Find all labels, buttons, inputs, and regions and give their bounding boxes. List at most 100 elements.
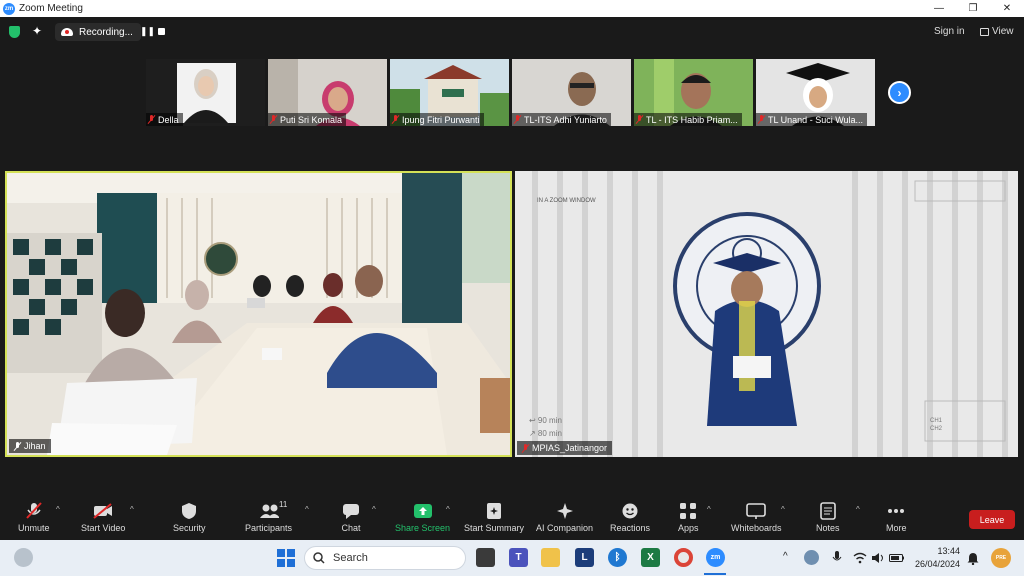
mic-muted-icon <box>758 115 765 124</box>
reactions-icon <box>620 501 640 521</box>
speaker-name-label: MPIAS_Jatinangor <box>517 441 613 455</box>
start-summary-button[interactable]: Start Summary <box>464 501 524 533</box>
encryption-shield-icon[interactable] <box>9 26 20 38</box>
taskbar-search-box[interactable]: Search <box>304 546 466 570</box>
notes-options-caret[interactable]: ^ <box>856 505 860 514</box>
leave-button[interactable]: Leave <box>969 510 1015 529</box>
apps-options-caret[interactable]: ^ <box>707 505 711 514</box>
clock-date: 26/04/2024 <box>914 559 960 569</box>
apps-button[interactable]: Apps <box>678 501 699 533</box>
stop-recording-button[interactable] <box>158 28 165 35</box>
apps-icon <box>678 501 698 521</box>
participant-name-label: TL Unand - Suci Wula... <box>756 113 868 126</box>
channel-label: CH2 <box>930 426 943 432</box>
widgets-icon[interactable] <box>14 548 33 567</box>
speaker-name-label: Jihan <box>9 439 51 453</box>
mic-muted-icon <box>522 443 529 453</box>
channel-label: CH1 <box>930 418 943 424</box>
zoom-logo-icon: zm <box>3 2 15 15</box>
pause-recording-button[interactable]: ❚❚ <box>140 26 155 37</box>
notification-bell-icon[interactable] <box>966 551 980 565</box>
sign-in-link[interactable]: Sign in <box>934 26 965 37</box>
mic-muted-icon <box>270 115 277 124</box>
participant-tile[interactable]: TL - ITS Habib Priam... <box>634 59 753 126</box>
participant-name-label: Della <box>146 113 183 126</box>
bluetooth-icon[interactable]: ᛒ <box>608 548 627 567</box>
start-video-button[interactable]: Start Video <box>81 501 125 533</box>
maximize-button[interactable]: ❐ <box>956 0 990 17</box>
participant-count-badge: 11 <box>279 500 288 509</box>
meeting-topbar: ✦ Recording... ❚❚ Sign in View <box>0 17 1024 47</box>
cloud-record-icon <box>61 28 73 36</box>
video-feed-meeting-room <box>7 173 510 455</box>
onedrive-icon[interactable] <box>804 550 819 565</box>
view-label: View <box>992 26 1014 37</box>
participant-tile[interactable]: TL-ITS Adhi Yuniarto <box>512 59 631 126</box>
participant-tile[interactable]: TL Unand - Suci Wula... <box>756 59 875 126</box>
ai-companion-button[interactable]: AI Companion <box>536 501 593 533</box>
battery-icon[interactable] <box>889 550 904 565</box>
excel-icon[interactable]: X <box>641 548 660 567</box>
participant-tile[interactable]: Della <box>146 59 265 126</box>
video-off-icon <box>93 501 113 521</box>
participants-icon <box>259 501 279 521</box>
chrome-icon[interactable] <box>674 548 693 567</box>
mic-muted-icon <box>148 115 155 124</box>
participant-name-label: TL-ITS Adhi Yuniarto <box>512 113 611 126</box>
volume-icon[interactable] <box>870 550 885 565</box>
mic-muted-icon <box>514 115 521 124</box>
whiteboards-button[interactable]: Whiteboards <box>731 501 782 533</box>
view-button[interactable]: View <box>980 26 1014 37</box>
copilot-icon[interactable]: PRE <box>991 548 1011 568</box>
zoom-taskbar-icon[interactable]: zm <box>706 548 725 567</box>
tray-overflow-chevron-icon[interactable]: ^ <box>783 551 788 562</box>
window-titlebar: zm Zoom Meeting — ❐ ✕ <box>0 0 1024 17</box>
whiteboard-icon <box>746 501 767 521</box>
recording-indicator[interactable]: Recording... <box>55 23 141 41</box>
participant-tile[interactable]: Puti Sri Komala <box>268 59 387 126</box>
participant-name-label: Ipung Fitri Purwanti <box>390 113 484 126</box>
window-title: Zoom Meeting <box>19 3 83 14</box>
participant-name-label: Puti Sri Komala <box>268 113 347 126</box>
close-button[interactable]: ✕ <box>990 0 1024 17</box>
grid-icon <box>980 27 989 36</box>
search-icon <box>313 552 325 564</box>
microphone-icon[interactable] <box>829 550 844 565</box>
taskbar-clock[interactable]: 13:44 26/04/2024 <box>912 545 960 571</box>
clock-time: 13:44 <box>937 546 960 556</box>
teams-icon[interactable]: T <box>509 548 528 567</box>
task-view-icon[interactable] <box>476 548 495 567</box>
more-button[interactable]: More <box>886 501 907 533</box>
security-button[interactable]: Security <box>173 501 206 533</box>
main-video-pinned[interactable]: IN A ZOOM WINDOW ↩ 90 min ↗ 80 min CH1 C… <box>515 171 1018 457</box>
active-app-indicator <box>704 573 726 575</box>
windows-taskbar: Search T L ᛒ X zm ^ 13:44 26/04/2024 PRE <box>0 540 1024 576</box>
wifi-icon[interactable] <box>852 550 867 565</box>
audio-options-caret[interactable]: ^ <box>56 505 60 514</box>
more-icon <box>886 501 906 521</box>
gallery-next-button[interactable]: › <box>888 81 911 104</box>
notes-icon <box>818 501 838 521</box>
shield-icon <box>179 501 199 521</box>
chat-button[interactable]: Chat <box>341 501 361 533</box>
whiteboards-options-caret[interactable]: ^ <box>781 505 785 514</box>
file-explorer-icon[interactable] <box>541 548 560 567</box>
ai-sparkle-icon[interactable]: ✦ <box>32 24 42 38</box>
video-options-caret[interactable]: ^ <box>130 505 134 514</box>
copilot-badge: PRE <box>995 555 1007 561</box>
unmute-button[interactable]: Unmute <box>18 501 50 533</box>
share-options-caret[interactable]: ^ <box>446 505 450 514</box>
main-video-active-speaker[interactable]: Jihan <box>5 171 512 457</box>
windows-start-icon[interactable] <box>276 548 295 567</box>
notes-button[interactable]: Notes <box>816 501 840 533</box>
chevron-right-icon: › <box>897 85 902 100</box>
participant-tile[interactable]: Ipung Fitri Purwanti <box>390 59 509 126</box>
minimize-button[interactable]: — <box>922 0 956 17</box>
share-screen-button[interactable]: Share Screen <box>395 501 450 533</box>
app-l-icon[interactable]: L <box>575 548 594 567</box>
chat-options-caret[interactable]: ^ <box>372 505 376 514</box>
reactions-button[interactable]: Reactions <box>610 501 650 533</box>
window-controls: — ❐ ✕ <box>922 0 1024 17</box>
participants-options-caret[interactable]: ^ <box>305 505 309 514</box>
mic-muted-icon <box>14 441 21 451</box>
